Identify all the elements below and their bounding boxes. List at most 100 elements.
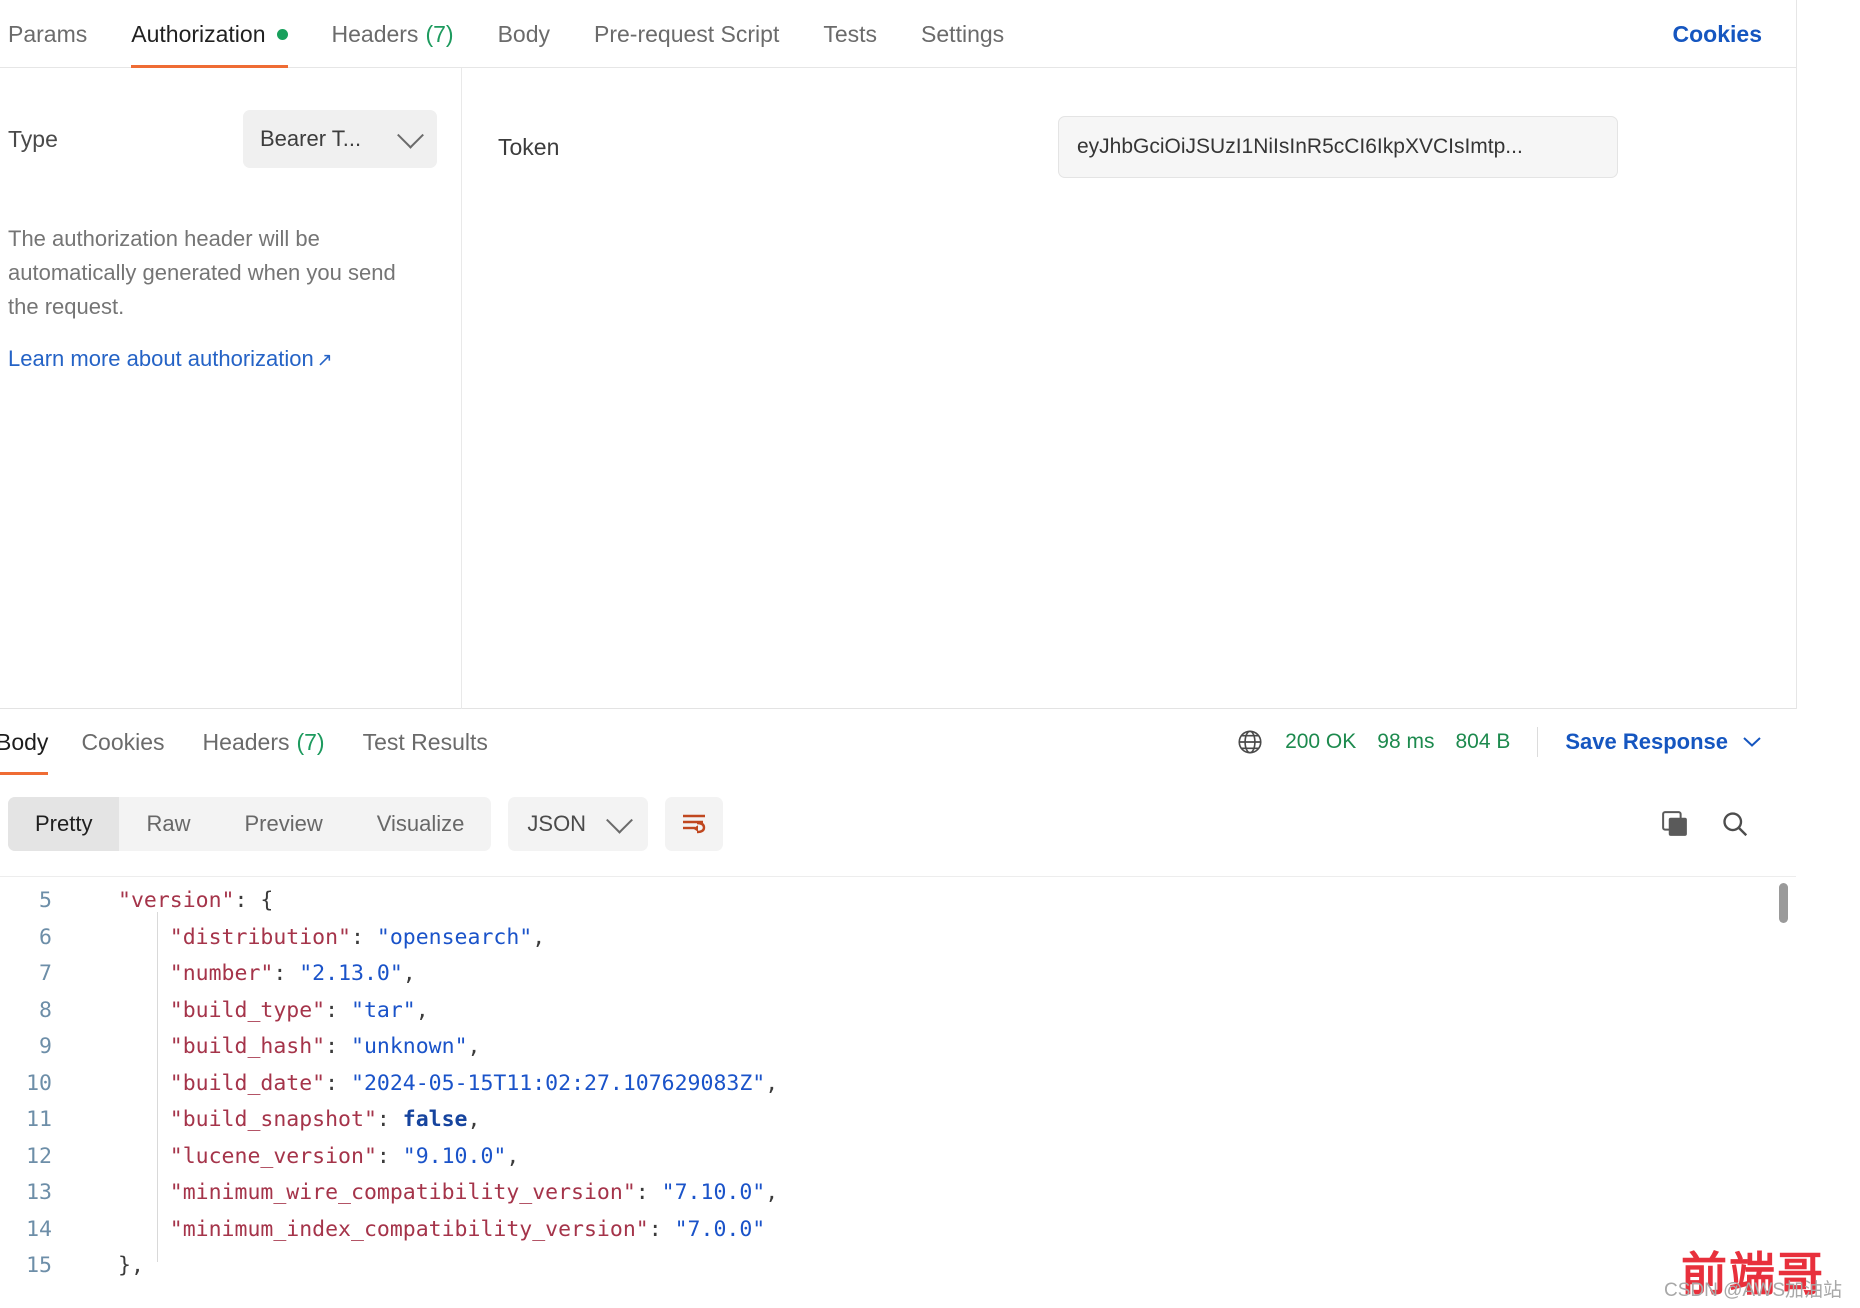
code-token: "number" <box>169 961 274 986</box>
code-token: , <box>532 924 546 950</box>
response-tab-body-label: Body <box>0 728 49 755</box>
code-fold-gutter[interactable] <box>74 920 118 957</box>
code-fold-gutter[interactable] <box>74 1248 118 1285</box>
response-body-code-viewer[interactable]: 5 "version": {6 "distribution": "opensear… <box>0 876 1796 1308</box>
tab-tests[interactable]: Tests <box>801 0 899 68</box>
auth-type-select[interactable]: Bearer T... <box>243 110 437 168</box>
cookies-link[interactable]: Cookies <box>1673 0 1762 68</box>
tab-pre-request-script-label: Pre-request Script <box>594 20 780 47</box>
code-line-text: "lucene_version": "9.10.0", <box>118 1139 520 1176</box>
view-mode-preview[interactable]: Preview <box>217 797 349 851</box>
code-token: "7.0.0" <box>674 1216 766 1242</box>
code-line-text: "number": "2.13.0", <box>118 956 416 993</box>
view-mode-raw-label: Raw <box>146 811 191 836</box>
tab-settings[interactable]: Settings <box>899 0 1026 68</box>
code-token: , <box>402 961 416 986</box>
tab-authorization[interactable]: Authorization <box>109 0 309 68</box>
token-row: Token eyJhbGciOiJSUzI1NiIsInR5cCI6IkpXVC… <box>498 116 1742 178</box>
view-mode-raw[interactable]: Raw <box>119 797 217 851</box>
globe-icon[interactable] <box>1236 728 1264 756</box>
code-token: "opensearch" <box>376 924 533 950</box>
save-response-button[interactable]: Save Response <box>1565 729 1762 755</box>
auth-type-label: Type <box>8 125 58 152</box>
code-line-text: "distribution": "opensearch", <box>118 920 545 957</box>
code-token: : <box>635 1180 662 1205</box>
code-line-number: 6 <box>39 924 52 950</box>
response-tab-body[interactable]: Body <box>0 709 62 775</box>
response-body-toolbar: Pretty Raw Preview Visualize JSON <box>0 793 1796 855</box>
code-token: : <box>273 961 300 986</box>
tab-pre-request-script[interactable]: Pre-request Script <box>572 0 801 68</box>
code-line-number: 15 <box>26 1253 52 1278</box>
meta-divider <box>1537 727 1539 757</box>
wrap-lines-button[interactable] <box>665 797 724 851</box>
code-token: : <box>376 1107 403 1132</box>
tab-params[interactable]: Params <box>0 0 109 68</box>
response-tab-headers-count: (7) <box>296 728 325 755</box>
code-fold-gutter[interactable] <box>74 1139 118 1176</box>
code-token: "7.10.0" <box>661 1180 766 1205</box>
learn-more-link[interactable]: Learn more about authorization ↗ <box>8 346 333 372</box>
code-fold-gutter[interactable] <box>74 1212 118 1249</box>
code-fold-gutter[interactable] <box>74 1029 118 1066</box>
code-token: : <box>325 1034 352 1059</box>
code-token: : <box>325 1070 352 1096</box>
code-token: , <box>765 1070 779 1096</box>
code-token: : <box>351 924 377 950</box>
response-tab-test-results[interactable]: Test Results <box>344 709 507 775</box>
response-tab-bar: Body Cookies Headers (7) Test Results 20… <box>0 709 1796 775</box>
code-fold-gutter[interactable] <box>74 993 118 1030</box>
tab-body[interactable]: Body <box>476 0 572 68</box>
code-token: "distribution" <box>169 924 351 950</box>
code-token: "9.10.0" <box>402 1143 507 1169</box>
code-indent-guide <box>157 912 158 1262</box>
code-fold-gutter[interactable] <box>74 1175 118 1212</box>
request-tab-bar: Params Authorization Headers (7) Body Pr… <box>0 0 1796 68</box>
code-token: : <box>376 1143 403 1169</box>
code-token: "tar" <box>351 997 416 1023</box>
copy-icon[interactable] <box>1660 809 1690 839</box>
token-input[interactable]: eyJhbGciOiJSUzI1NiIsInR5cCI6IkpXVCIsImtp… <box>1058 116 1618 178</box>
code-token: "minimum_wire_compatibility_version" <box>169 1180 636 1205</box>
code-token: : { <box>234 888 274 913</box>
code-fold-gutter[interactable] <box>74 956 118 993</box>
view-mode-pretty-label: Pretty <box>35 811 93 836</box>
chevron-down-icon <box>1743 737 1761 747</box>
token-label: Token <box>498 133 560 160</box>
code-fold-gutter[interactable] <box>74 883 118 920</box>
response-size: 804 B <box>1455 730 1511 753</box>
learn-more-label: Learn more about authorization <box>8 346 314 372</box>
code-line-text: "build_type": "tar", <box>118 993 429 1030</box>
code-line-text: }, <box>118 1248 144 1285</box>
code-line-text: "build_date": "2024-05-15T11:02:27.10762… <box>118 1066 778 1103</box>
code-vertical-scrollbar[interactable] <box>1779 883 1788 923</box>
authorization-right-column: Token eyJhbGciOiJSUzI1NiIsInR5cCI6IkpXVC… <box>462 68 1796 709</box>
save-response-label: Save Response <box>1565 729 1728 754</box>
code-line-text: "build_snapshot": false, <box>118 1102 481 1139</box>
tab-headers-count: (7) <box>425 20 454 47</box>
auth-description: The authorization header will be automat… <box>8 226 396 320</box>
response-tab-cookies[interactable]: Cookies <box>62 709 183 775</box>
response-tab-headers[interactable]: Headers (7) <box>184 709 344 775</box>
view-mode-visualize[interactable]: Visualize <box>350 797 492 851</box>
code-token: "build_snapshot" <box>169 1107 377 1132</box>
tab-params-label: Params <box>8 20 88 47</box>
view-mode-group: Pretty Raw Preview Visualize <box>8 797 492 851</box>
format-select[interactable]: JSON <box>508 797 649 851</box>
search-icon[interactable] <box>1720 809 1750 839</box>
code-fold-gutter[interactable] <box>74 1066 118 1103</box>
code-fold-gutter[interactable] <box>74 1102 118 1139</box>
auth-type-select-value: Bearer T... <box>260 126 362 151</box>
code-line: 10 "build_date": "2024-05-15T11:02:27.10… <box>0 1066 1796 1103</box>
response-meta: 200 OK 98 ms 804 B Save Response <box>1236 709 1762 775</box>
code-token: "unknown" <box>351 1034 468 1059</box>
code-token: , <box>765 1180 779 1205</box>
tab-headers[interactable]: Headers (7) <box>310 0 476 68</box>
view-mode-pretty[interactable]: Pretty <box>8 797 120 851</box>
code-token: "build_type" <box>169 997 326 1023</box>
code-line-number: 7 <box>39 961 52 986</box>
authorization-panel: Type Bearer T... The authorization heade… <box>0 68 1796 709</box>
code-token: "version" <box>118 888 235 913</box>
wrap-lines-icon <box>683 814 706 834</box>
auth-type-row: Type Bearer T... <box>8 110 437 168</box>
